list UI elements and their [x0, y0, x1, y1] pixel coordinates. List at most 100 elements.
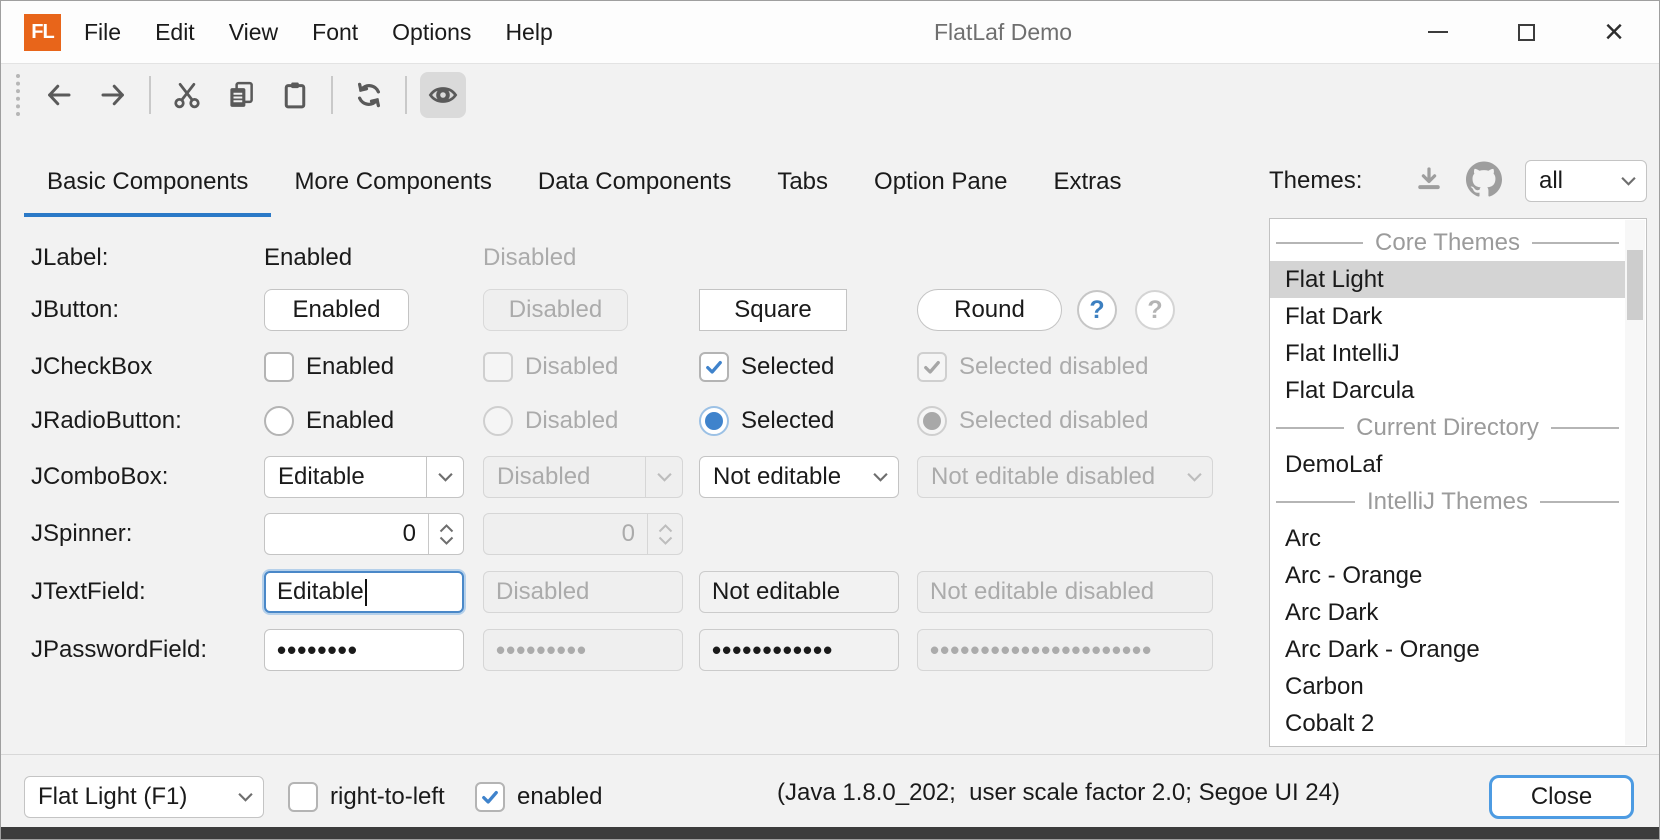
passwordfield-not-editable-disabled: •••••••••••••••••••••• — [917, 629, 1213, 671]
tab-data-components[interactable]: Data Components — [515, 151, 754, 217]
right-to-left-checkbox[interactable]: right-to-left — [288, 782, 445, 812]
theme-item-flat-light[interactable]: Flat Light — [1270, 261, 1625, 298]
spinner-arrows[interactable] — [428, 514, 463, 554]
download-themes-button[interactable] — [1414, 164, 1444, 199]
chevron-down-icon — [645, 457, 682, 497]
menu-file[interactable]: File — [67, 2, 138, 62]
menu-options[interactable]: Options — [375, 2, 488, 62]
combobox-value: Not editable — [700, 463, 862, 491]
textfield-not-editable-disabled: Not editable disabled — [917, 571, 1213, 613]
title-bar: FL File Edit View Font Options Help Flat… — [1, 1, 1659, 64]
combobox-editable[interactable]: Editable — [264, 456, 464, 498]
toolbar-grip[interactable] — [16, 74, 20, 116]
theme-item-flat-intellij[interactable]: Flat IntelliJ — [1270, 335, 1625, 372]
tab-basic-components[interactable]: Basic Components — [24, 151, 271, 217]
chevron-down-icon — [1176, 457, 1212, 497]
round-button[interactable]: Round — [917, 289, 1062, 331]
jradiobutton-row: JRadioButton: Enabled Disabled Selected … — [31, 393, 1217, 449]
chevron-down-icon[interactable] — [862, 457, 898, 497]
radio-icon — [483, 406, 513, 436]
enabled-checkbox[interactable]: enabled — [475, 782, 602, 812]
theme-item-arc-dark-orange[interactable]: Arc Dark - Orange — [1270, 631, 1625, 668]
forward-button[interactable] — [90, 72, 136, 118]
themes-list: Core Themes Flat Light Flat Dark Flat In… — [1269, 218, 1647, 747]
checkbox-label: Selected — [741, 353, 834, 381]
themes-scrollbar-thumb[interactable] — [1627, 250, 1643, 320]
close-window-button[interactable]: × — [1590, 8, 1638, 56]
refresh-button[interactable] — [346, 72, 392, 118]
textfield-not-editable[interactable]: Not editable — [699, 571, 899, 613]
spinner-value[interactable]: 0 — [265, 514, 428, 554]
text-caret — [365, 579, 367, 606]
minimize-button[interactable] — [1414, 8, 1462, 56]
radio-label: Selected — [741, 407, 834, 435]
password-dots: •••••••• — [277, 635, 358, 666]
spinner-disabled: 0 — [483, 513, 683, 555]
flatlaf-demo-window: FL File Edit View Font Options Help Flat… — [0, 0, 1660, 840]
passwordfield-editable[interactable]: •••••••• — [264, 629, 464, 671]
paste-button[interactable] — [272, 72, 318, 118]
theme-item-cyan-light[interactable]: Cyan light — [1270, 742, 1625, 747]
jradiobutton-row-label: JRadioButton: — [31, 407, 264, 435]
themes-filter-value: all — [1526, 167, 1610, 195]
theme-item-flat-darcula[interactable]: Flat Darcula — [1270, 372, 1625, 409]
theme-item-demolaf[interactable]: DemoLaf — [1270, 446, 1625, 483]
theme-item-flat-dark[interactable]: Flat Dark — [1270, 298, 1625, 335]
checkbox-checked-icon — [699, 352, 729, 382]
spinner-enabled[interactable]: 0 — [264, 513, 464, 555]
radio-selected[interactable]: Selected — [699, 406, 834, 436]
jcombobox-row-label: JComboBox: — [31, 463, 264, 491]
theme-item-cobalt-2[interactable]: Cobalt 2 — [1270, 705, 1625, 742]
menu-help[interactable]: Help — [488, 2, 569, 62]
tab-more-components[interactable]: More Components — [271, 151, 514, 217]
square-button[interactable]: Square — [699, 289, 847, 331]
chevron-down-icon[interactable] — [426, 457, 463, 497]
github-link-button[interactable] — [1466, 161, 1502, 202]
checkbox-enabled[interactable]: Enabled — [264, 352, 394, 382]
toolbar-separator — [405, 76, 407, 114]
combobox-value[interactable]: Editable — [265, 463, 426, 491]
copy-icon — [226, 80, 256, 110]
combobox-not-editable[interactable]: Not editable — [699, 456, 899, 498]
jbutton-row-label: JButton: — [31, 296, 264, 324]
show-hidden-toggle-button[interactable] — [420, 72, 466, 118]
theme-item-arc-orange[interactable]: Arc - Orange — [1270, 557, 1625, 594]
checkbox-selected[interactable]: Selected — [699, 352, 834, 382]
themes-scrollbar[interactable] — [1625, 220, 1645, 745]
tab-tabs[interactable]: Tabs — [754, 151, 851, 217]
chevron-up-icon — [439, 524, 454, 533]
right-to-left-label: right-to-left — [330, 783, 445, 811]
menu-font[interactable]: Font — [295, 2, 375, 62]
passwordfield-disabled: ••••••••• — [483, 629, 683, 671]
copy-button[interactable] — [218, 72, 264, 118]
cut-button[interactable] — [164, 72, 210, 118]
maximize-button[interactable] — [1502, 8, 1550, 56]
radio-enabled[interactable]: Enabled — [264, 406, 394, 436]
themes-filter-combobox[interactable]: all — [1525, 160, 1647, 202]
combobox-disabled: Disabled — [483, 456, 683, 498]
jpasswordfield-row-label: JPasswordField: — [31, 636, 264, 664]
laf-selector-combobox[interactable]: Flat Light (F1) — [24, 776, 264, 818]
theme-item-carbon[interactable]: Carbon — [1270, 668, 1625, 705]
enabled-button[interactable]: Enabled — [264, 289, 409, 331]
spinner-arrows — [647, 514, 682, 554]
tab-option-pane[interactable]: Option Pane — [851, 151, 1030, 217]
tab-extras[interactable]: Extras — [1030, 151, 1144, 217]
password-dots: •••••••••••• — [712, 635, 833, 666]
menu-view[interactable]: View — [212, 2, 295, 62]
close-button[interactable]: Close — [1489, 775, 1634, 819]
jbutton-row: JButton: Enabled Disabled Square Round ?… — [31, 282, 1217, 338]
chevron-down-icon — [439, 536, 454, 545]
textfield-editable[interactable]: Editable — [264, 571, 464, 613]
menu-edit[interactable]: Edit — [138, 2, 212, 62]
passwordfield-not-editable[interactable]: •••••••••••• — [699, 629, 899, 671]
back-button[interactable] — [36, 72, 82, 118]
theme-item-arc[interactable]: Arc — [1270, 520, 1625, 557]
help-button[interactable]: ? — [1077, 290, 1117, 330]
disabled-button: Disabled — [483, 289, 628, 331]
theme-item-arc-dark[interactable]: Arc Dark — [1270, 594, 1625, 631]
checkbox-icon — [264, 352, 294, 382]
textfield-value: Disabled — [496, 578, 589, 606]
download-icon — [1414, 164, 1444, 194]
checkbox-selected-disabled: Selected disabled — [917, 352, 1148, 382]
